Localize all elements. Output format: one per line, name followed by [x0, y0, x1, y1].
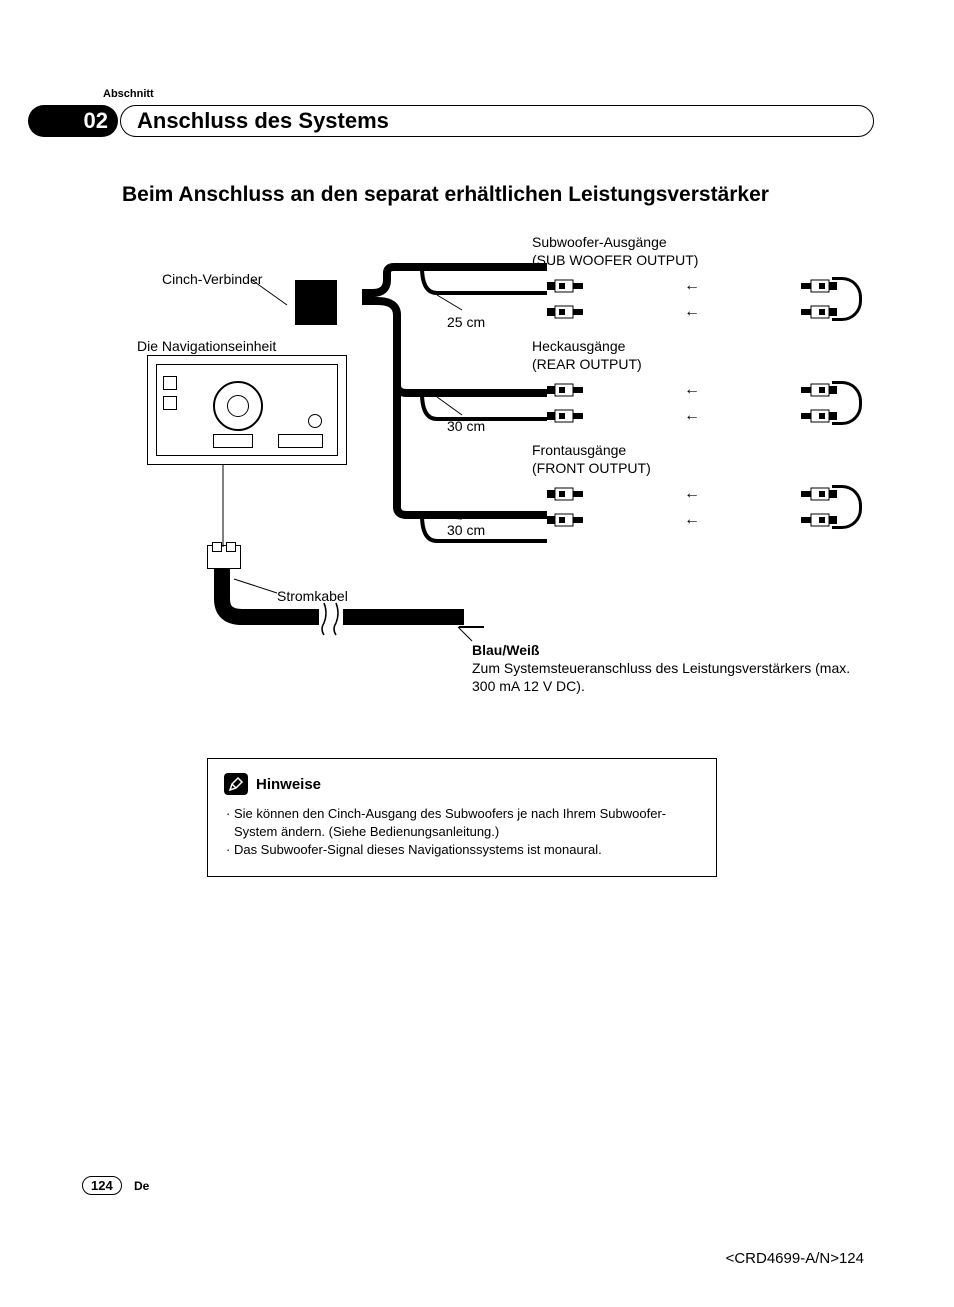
navigation-unit-icon [147, 355, 347, 465]
leader-line [220, 465, 226, 547]
arrow-left-icon: ← [684, 381, 700, 399]
arrow-left-icon: ← [684, 303, 700, 321]
page-number-badge: 124 [82, 1176, 122, 1195]
wiring-diagram: Cinch-Verbinder Die Navigationseinheit S… [122, 225, 882, 705]
arrow-left-icon: ← [684, 277, 700, 295]
rca-plug-icon [547, 304, 589, 320]
section-number: 02 [84, 108, 108, 134]
leader-line [252, 280, 292, 320]
power-connector-icon [207, 545, 241, 569]
document-code: <CRD4699-A/N>124 [726, 1250, 864, 1267]
rca-rear-pair: ← ← [547, 377, 837, 429]
arrow-left-icon: ← [684, 511, 700, 529]
power-cable-path [204, 569, 484, 649]
rca-plug-icon [795, 486, 837, 502]
page-heading: Beim Anschluss an den separat erhältlich… [122, 183, 769, 207]
rca-plug-icon [547, 278, 589, 294]
notes-box: Hinweise · Sie können den Cinch-Ausgang … [207, 758, 717, 877]
note-item: · Das Subwoofer-Signal dieses Navigation… [224, 841, 700, 859]
label-blue-white-description: Zum Systemsteueranschluss des Leistungsv… [472, 659, 872, 695]
label-cinch-connector: Cinch-Verbinder [162, 270, 262, 288]
rca-plug-icon [795, 408, 837, 424]
rca-front-pair: ← ← [547, 481, 837, 533]
notes-list: · Sie können den Cinch-Ausgang des Subwo… [224, 805, 700, 860]
section-title-bar: Anschluss des Systems [120, 105, 874, 137]
language-code: De [134, 1179, 149, 1193]
cable-loop [832, 381, 862, 425]
rca-plug-icon [795, 304, 837, 320]
rca-plug-icon [547, 408, 589, 424]
cable-loop [832, 277, 862, 321]
rca-plug-icon [795, 512, 837, 528]
rca-plug-icon [795, 382, 837, 398]
arrow-left-icon: ← [684, 407, 700, 425]
section-number-badge: 02 [28, 105, 118, 137]
section-label: Abschnitt [103, 88, 154, 100]
label-subwoofer-output: Subwoofer-Ausgänge [532, 233, 667, 251]
section-title: Anschluss des Systems [137, 108, 389, 134]
note-item: · Sie können den Cinch-Ausgang des Subwo… [224, 805, 700, 841]
rca-plug-icon [795, 278, 837, 294]
pencil-icon [224, 773, 248, 795]
label-navigation-unit: Die Navigationseinheit [137, 337, 276, 355]
rca-plug-icon [547, 382, 589, 398]
notes-title: Hinweise [256, 776, 321, 793]
rca-subwoofer-pair: ← ← [547, 273, 837, 325]
cable-loop [832, 485, 862, 529]
arrow-left-icon: ← [684, 485, 700, 503]
rca-plug-icon [547, 486, 589, 502]
rca-plug-icon [547, 512, 589, 528]
